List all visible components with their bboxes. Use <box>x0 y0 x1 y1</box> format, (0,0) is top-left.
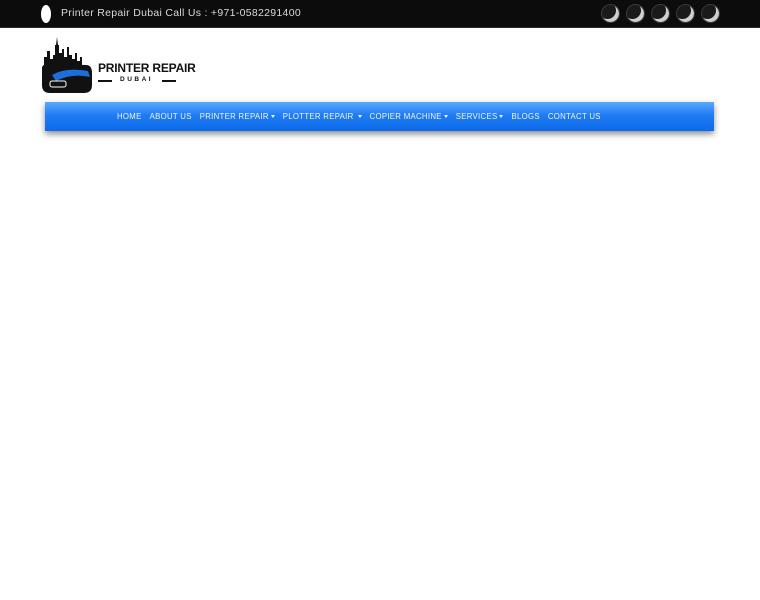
social-icon-2[interactable] <box>626 4 645 23</box>
skyline-printer-icon <box>42 37 92 93</box>
nav-blogs[interactable]: BLOGS <box>511 112 539 121</box>
nav-label: PLOTTER REPAIR <box>282 112 354 121</box>
logo-divider-right <box>162 80 176 82</box>
nav-label: HOME <box>117 112 142 121</box>
nav-label: CONTACT US <box>547 112 601 121</box>
nav-label: PRINTER REPAIR <box>199 112 269 121</box>
logo-divider-left <box>98 80 112 82</box>
nav-label: BLOGS <box>511 112 540 121</box>
nav-services[interactable]: SERVICES <box>456 112 504 121</box>
nav-contact-us[interactable]: CONTACT US <box>548 112 601 121</box>
nav-plotter-repair[interactable]: PLOTTER REPAIR <box>283 112 362 121</box>
site-logo[interactable]: PRINTER REPAIR DUBAI <box>42 37 196 95</box>
phone-icon <box>41 5 51 23</box>
social-icon-5[interactable] <box>701 4 720 23</box>
nav-about-us[interactable]: ABOUT US <box>150 112 192 121</box>
social-icon-4[interactable] <box>676 4 695 23</box>
social-icon-1[interactable] <box>601 4 620 23</box>
nav-printer-repair[interactable]: PRINTER REPAIR <box>200 112 275 121</box>
caret-down-icon <box>270 115 275 118</box>
logo-subtitle: DUBAI <box>120 76 154 83</box>
caret-down-icon <box>499 115 504 118</box>
nav-copier-machine[interactable]: COPIER MACHINE <box>370 112 448 121</box>
top-bar: Printer Repair Dubai Call Us : +971-0582… <box>0 0 760 28</box>
social-links <box>601 4 720 24</box>
nav-label: ABOUT US <box>149 112 192 121</box>
contact-text: Printer Repair Dubai Call Us : +971-0582… <box>61 7 301 19</box>
nav-home[interactable]: HOME <box>117 112 142 121</box>
caret-down-icon <box>357 115 362 118</box>
nav-label: COPIER MACHINE <box>369 112 442 121</box>
social-icon-3[interactable] <box>651 4 670 23</box>
nav-label: SERVICES <box>455 112 498 121</box>
main-nav: HOME ABOUT US PRINTER REPAIR PLOTTER REP… <box>45 102 714 131</box>
caret-down-icon <box>443 115 448 118</box>
logo-title: PRINTER REPAIR <box>98 61 196 75</box>
